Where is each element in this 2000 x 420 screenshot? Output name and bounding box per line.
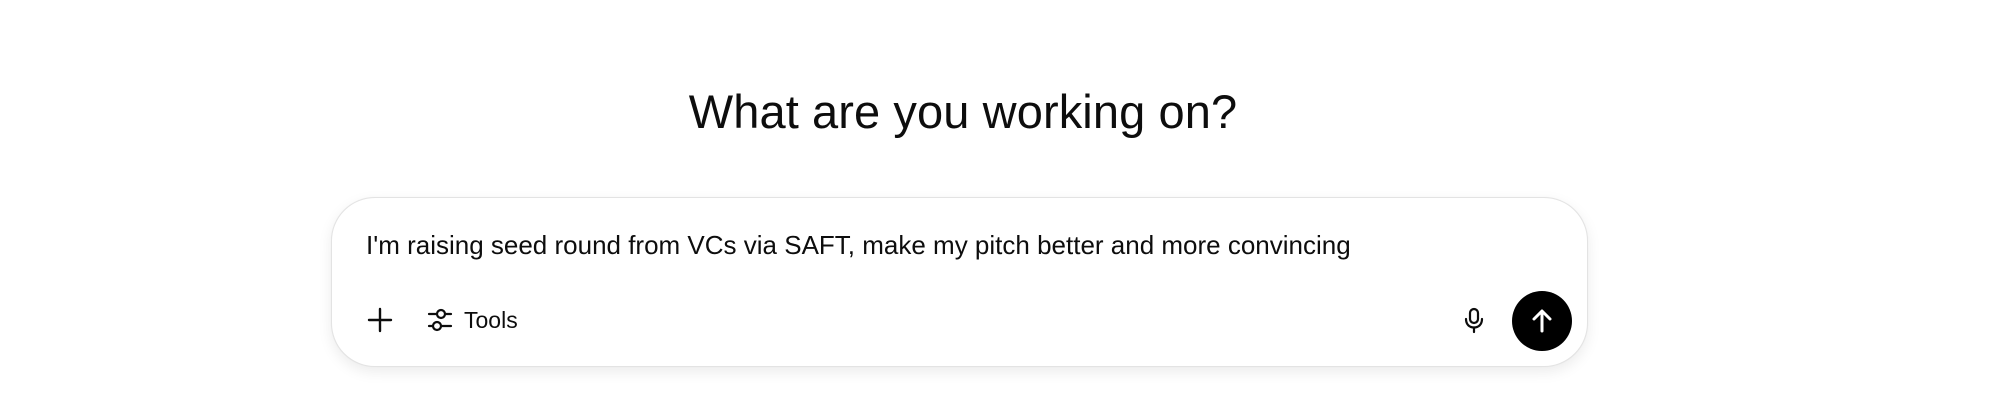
chat-home-page: What are you working on? I'm raising see… (0, 0, 2000, 420)
prompt-input[interactable]: I'm raising seed round from VCs via SAFT… (366, 228, 1546, 262)
arrow-up-icon (1532, 309, 1552, 333)
tools-button[interactable]: Tools (416, 298, 528, 342)
add-attachment-button[interactable] (358, 298, 402, 342)
send-button[interactable] (1512, 291, 1572, 351)
microphone-icon (1464, 307, 1484, 334)
sliders-icon (427, 308, 453, 332)
page-heading: What are you working on? (688, 85, 1238, 138)
prompt-composer[interactable]: I'm raising seed round from VCs via SAFT… (331, 197, 1588, 367)
plus-icon (367, 307, 393, 333)
voice-input-button[interactable] (1452, 298, 1496, 342)
tools-label: Tools (464, 307, 518, 333)
